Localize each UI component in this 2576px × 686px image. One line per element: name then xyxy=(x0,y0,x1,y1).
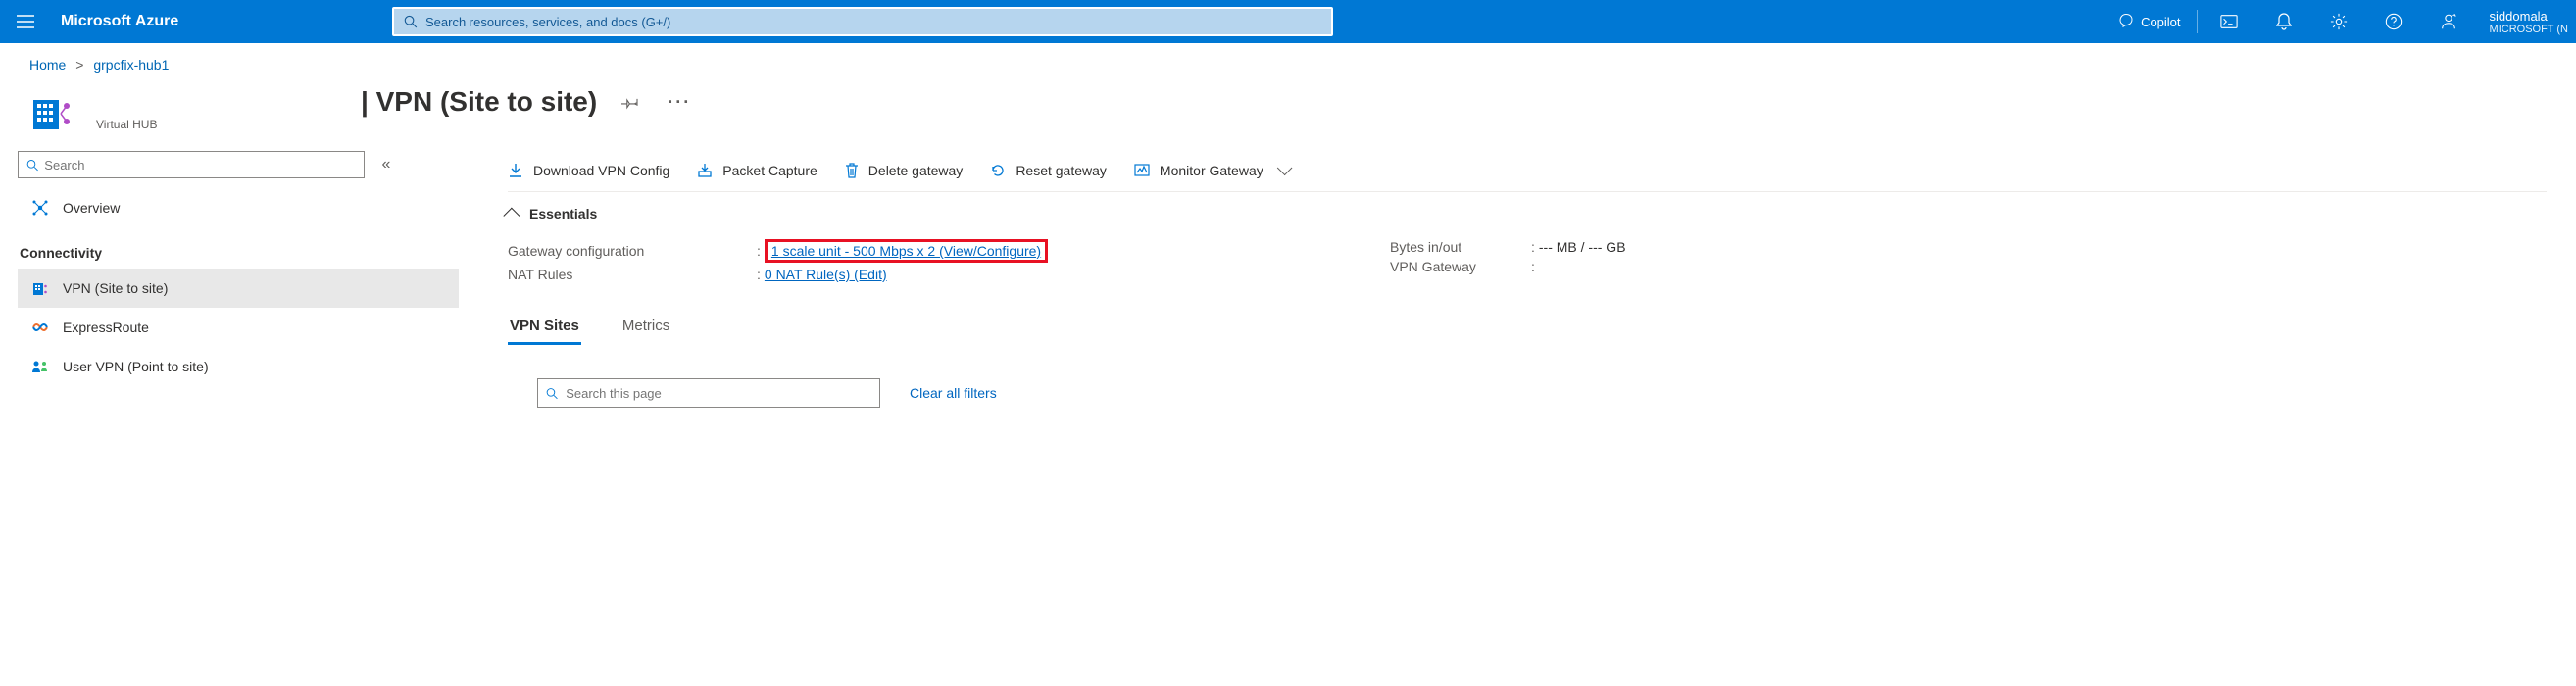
bytes-value: --- MB / --- GB xyxy=(1539,239,1626,255)
cloud-shell-icon xyxy=(2220,14,2238,29)
sidebar-collapse-button[interactable]: « xyxy=(372,151,400,178)
cloud-shell-button[interactable] xyxy=(2205,0,2253,43)
virtual-hub-icon xyxy=(29,90,76,137)
page-title: | VPN (Site to site) xyxy=(361,86,597,118)
copilot-label: Copilot xyxy=(2141,15,2180,29)
tabs: VPN Sites Metrics xyxy=(508,310,2547,345)
sidebar-item-label: Overview xyxy=(63,200,120,216)
sidebar-group-connectivity: Connectivity xyxy=(18,227,459,269)
delete-gateway-button[interactable]: Delete gateway xyxy=(845,149,964,192)
sidebar-item-label: User VPN (Point to site) xyxy=(63,359,209,374)
topbar-divider xyxy=(2197,10,2198,33)
bytes-label: Bytes in/out xyxy=(1390,239,1527,255)
help-icon xyxy=(2385,13,2403,30)
tab-metrics[interactable]: Metrics xyxy=(620,310,671,345)
copilot-icon xyxy=(2117,13,2135,30)
expressroute-icon xyxy=(31,318,49,336)
page-title-row: | VPN (Site to site) ··· xyxy=(361,86,695,118)
hamburger-menu[interactable] xyxy=(8,4,43,39)
resource-type-label: Virtual HUB xyxy=(96,118,341,131)
global-search[interactable] xyxy=(392,7,1333,36)
sidebar-item-label: VPN (Site to site) xyxy=(63,280,168,296)
breadcrumb-sep: > xyxy=(75,57,83,73)
page-header: Virtual HUB | VPN (Site to site) ··· xyxy=(0,78,2576,145)
help-button[interactable] xyxy=(2370,0,2417,43)
gear-icon xyxy=(2330,13,2348,30)
cmd-label: Monitor Gateway xyxy=(1160,163,1263,178)
clear-filters-link[interactable]: Clear all filters xyxy=(910,385,997,401)
sidebar-item-label: ExpressRoute xyxy=(63,319,149,335)
monitor-gateway-button[interactable]: Monitor Gateway xyxy=(1134,149,1288,192)
more-button[interactable]: ··· xyxy=(664,86,695,118)
user-vpn-icon xyxy=(31,358,49,375)
copilot-button[interactable]: Copilot xyxy=(2109,0,2188,43)
gateway-config-label: Gateway configuration xyxy=(508,243,753,259)
sidebar-search[interactable] xyxy=(18,151,365,178)
tab-vpn-sites[interactable]: VPN Sites xyxy=(508,310,581,345)
packet-capture-icon xyxy=(697,163,713,178)
download-icon xyxy=(508,163,523,178)
topbar: Microsoft Azure Copilot siddomala MICROS… xyxy=(0,0,2576,43)
command-bar: Download VPN Config Packet Capture Delet… xyxy=(508,149,2547,192)
sidebar-item-vpn-s2s[interactable]: VPN (Site to site) xyxy=(18,269,459,308)
page-search-input[interactable] xyxy=(566,386,871,401)
breadcrumb-current[interactable]: grpcfix-hub1 xyxy=(93,57,169,73)
account-tenant: MICROSOFT (N xyxy=(2490,24,2568,35)
account-menu[interactable]: siddomala MICROSOFT (N xyxy=(2480,0,2568,43)
packet-capture-button[interactable]: Packet Capture xyxy=(697,149,817,192)
gateway-config-highlight: 1 scale unit - 500 Mbps x 2 (View/Config… xyxy=(765,239,1048,263)
trash-icon xyxy=(845,163,859,178)
search-icon xyxy=(26,159,38,172)
bell-icon xyxy=(2276,13,2292,30)
overview-icon xyxy=(31,199,49,217)
sidebar-item-expressroute[interactable]: ExpressRoute xyxy=(18,308,459,347)
reset-gateway-button[interactable]: Reset gateway xyxy=(990,149,1107,192)
account-name: siddomala xyxy=(2490,9,2548,24)
building-icon xyxy=(31,279,49,297)
vpn-gateway-label: VPN Gateway xyxy=(1390,259,1527,274)
download-vpn-config-button[interactable]: Download VPN Config xyxy=(508,149,669,192)
nat-rules-label: NAT Rules xyxy=(508,267,753,282)
notifications-button[interactable] xyxy=(2260,0,2307,43)
chevron-up-icon xyxy=(503,208,520,224)
feedback-button[interactable] xyxy=(2425,0,2472,43)
filter-row: Clear all filters xyxy=(537,378,2547,408)
pin-icon xyxy=(621,93,639,111)
essentials-title: Essentials xyxy=(529,206,597,221)
cmd-label: Packet Capture xyxy=(722,163,817,178)
page-search[interactable] xyxy=(537,378,880,408)
brand[interactable]: Microsoft Azure xyxy=(61,13,178,30)
sidebar: « Overview Connectivity VPN (Site to sit… xyxy=(18,145,469,408)
sidebar-item-overview[interactable]: Overview xyxy=(18,188,459,227)
search-icon xyxy=(546,387,558,400)
essentials-toggle[interactable]: Essentials xyxy=(508,192,2547,227)
monitor-icon xyxy=(1134,163,1150,178)
essentials-body: Gateway configuration : 1 scale unit - 5… xyxy=(508,227,2547,304)
search-icon xyxy=(404,15,418,28)
gateway-config-link[interactable]: 1 scale unit - 500 Mbps x 2 (View/Config… xyxy=(771,243,1041,259)
nat-rules-link[interactable]: 0 NAT Rule(s) (Edit) xyxy=(765,267,887,282)
feedback-icon xyxy=(2440,13,2457,30)
cmd-label: Delete gateway xyxy=(868,163,964,178)
cmd-label: Reset gateway xyxy=(1016,163,1107,178)
sidebar-search-input[interactable] xyxy=(44,158,356,172)
main-content: Download VPN Config Packet Capture Delet… xyxy=(469,145,2576,408)
settings-button[interactable] xyxy=(2315,0,2362,43)
breadcrumb: Home > grpcfix-hub1 xyxy=(0,43,2576,78)
cmd-label: Download VPN Config xyxy=(533,163,669,178)
global-search-input[interactable] xyxy=(425,15,1321,29)
sidebar-item-user-vpn[interactable]: User VPN (Point to site) xyxy=(18,347,459,386)
pin-button[interactable] xyxy=(615,86,646,118)
reset-icon xyxy=(990,163,1006,178)
breadcrumb-home[interactable]: Home xyxy=(29,57,66,73)
